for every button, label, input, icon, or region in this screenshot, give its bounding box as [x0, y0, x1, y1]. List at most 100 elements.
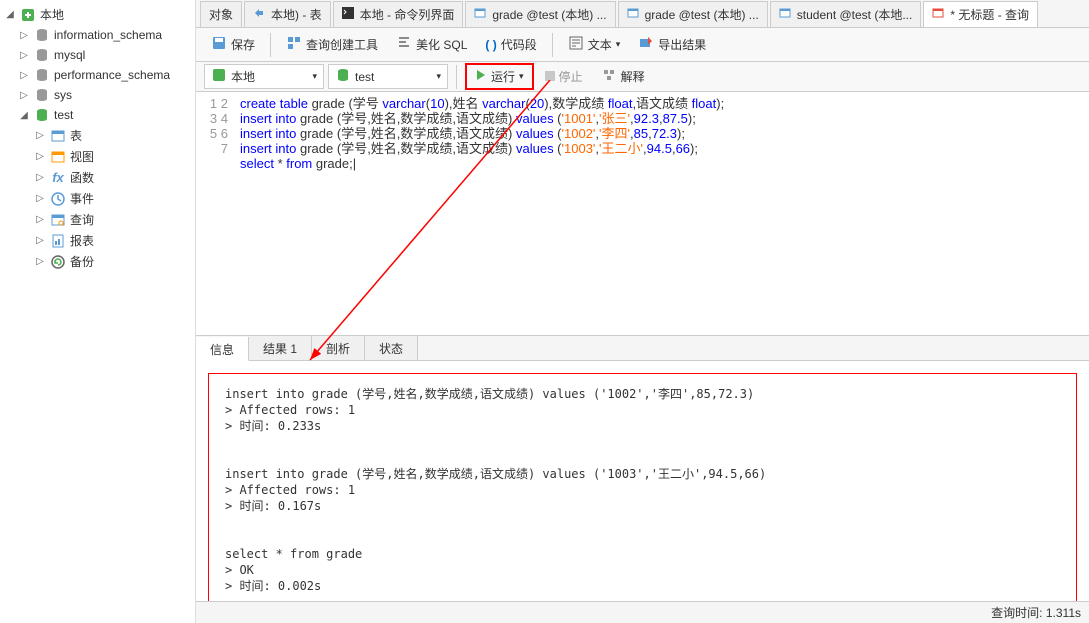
table-icon: [627, 7, 641, 21]
result-tab[interactable]: 状态: [365, 336, 418, 360]
export-button[interactable]: 导出结果: [631, 30, 713, 59]
result-tab[interactable]: 信息: [196, 337, 249, 361]
snippet-icon: ( ): [485, 38, 496, 52]
expand-icon[interactable]: ▷: [34, 235, 46, 246]
explain-button[interactable]: 解释: [594, 62, 652, 91]
export-label: 导出结果: [658, 36, 706, 53]
tree-schema-item[interactable]: ▷ 视图: [0, 146, 195, 167]
play-icon: [475, 69, 487, 84]
text-label: 文本: [588, 36, 612, 53]
database-dropdown[interactable]: test ▾: [328, 64, 448, 89]
expand-icon[interactable]: ▷: [18, 70, 30, 81]
expand-icon[interactable]: ▷: [34, 172, 46, 183]
snippet-button[interactable]: ( ) 代码段: [478, 31, 543, 58]
expand-icon[interactable]: ▷: [34, 130, 46, 141]
expand-icon[interactable]: ▷: [34, 193, 46, 204]
tab[interactable]: * 无标题 - 查询: [923, 1, 1038, 27]
result-tabs: 信息结果 1剖析状态: [196, 335, 1089, 361]
table-icon: [474, 7, 488, 21]
tab-label: grade @test (本地) ...: [645, 6, 759, 23]
cmd-icon: [342, 7, 356, 21]
beautify-button[interactable]: 美化 SQL: [389, 30, 474, 59]
expand-icon[interactable]: ▷: [34, 214, 46, 225]
tab[interactable]: 本地 - 命令列界面: [333, 1, 464, 27]
run-button[interactable]: 运行 ▾: [465, 63, 534, 90]
result-tab[interactable]: 结果 1: [249, 336, 312, 360]
tree-schema-item[interactable]: ▷备份: [0, 251, 195, 272]
snippet-label: 代码段: [501, 36, 537, 53]
query-builder-button[interactable]: 查询创建工具: [279, 30, 385, 59]
stop-label: 停止: [559, 68, 583, 85]
tab[interactable]: 本地) - 表: [244, 1, 331, 27]
explain-label: 解释: [621, 68, 645, 85]
tree-schema-item[interactable]: ▷fx函数: [0, 167, 195, 188]
backup-icon: [50, 254, 66, 270]
tree-database[interactable]: ▷ sys: [0, 85, 195, 105]
nav-icon: [253, 7, 267, 21]
expand-icon[interactable]: ▷: [18, 50, 30, 61]
expand-icon[interactable]: ▷: [34, 256, 46, 267]
dropdown-arrow-icon: ▾: [519, 71, 524, 82]
tabs-bar: 对象本地) - 表本地 - 命令列界面grade @test (本地) ...g…: [196, 0, 1089, 28]
tree-database[interactable]: ▷performance_schema: [0, 65, 195, 85]
stop-button[interactable]: 停止: [538, 63, 590, 90]
tree-schema-item[interactable]: ▷报表: [0, 230, 195, 251]
connection-value: 本地: [231, 68, 255, 85]
text-icon: [568, 35, 584, 54]
tab-label: student @test (本地...: [797, 6, 913, 23]
expand-icon[interactable]: ▷: [18, 90, 30, 101]
connection-icon: [211, 67, 227, 86]
export-icon: [638, 35, 654, 54]
text-button[interactable]: 文本 ▾: [561, 30, 628, 59]
database-icon: [335, 67, 351, 86]
database-label: information_schema: [54, 28, 162, 42]
expand-icon[interactable]: ◢: [18, 110, 30, 121]
explain-icon: [601, 67, 617, 86]
tree-database[interactable]: ▷ mysql: [0, 45, 195, 65]
tree-root[interactable]: ◢ 本地: [0, 4, 195, 25]
database-icon: [34, 27, 50, 43]
result-messages: insert into grade (学号,姓名,数学成绩,语文成绩) valu…: [208, 373, 1077, 601]
tab-label: 本地) - 表: [271, 6, 322, 23]
result-tab[interactable]: 剖析: [312, 336, 365, 360]
dropdown-arrow-icon: ▾: [436, 71, 441, 82]
dropdown-arrow-icon: ▾: [616, 39, 621, 50]
table-icon: [779, 7, 793, 21]
database-icon: [34, 47, 50, 63]
event-icon: [50, 191, 66, 207]
database-icon: [34, 67, 50, 83]
tab[interactable]: student @test (本地...: [770, 1, 922, 27]
report-icon: [50, 233, 66, 249]
schema-item-label: 视图: [70, 148, 94, 165]
tree-database[interactable]: ▷ information_schema: [0, 25, 195, 45]
database-icon: [34, 107, 50, 123]
expand-icon[interactable]: ◢: [4, 9, 16, 20]
separator: [552, 33, 553, 57]
sidebar: ◢ 本地 ▷ information_schema ▷ mysql ▷performan…: [0, 0, 196, 623]
dropdown-arrow-icon: ▾: [312, 71, 317, 82]
stop-icon: [545, 70, 555, 84]
expand-icon[interactable]: ▷: [34, 151, 46, 162]
toolbar: 保存 查询创建工具 美化 SQL ( ) 代码段 文本 ▾: [196, 28, 1089, 62]
tree-database[interactable]: ◢test: [0, 105, 195, 125]
schema-item-label: 事件: [70, 190, 94, 207]
expand-icon[interactable]: ▷: [18, 30, 30, 41]
save-button[interactable]: 保存: [204, 30, 262, 59]
query-time-value: 1.311s: [1046, 606, 1081, 620]
tree-schema-item[interactable]: ▷查询: [0, 209, 195, 230]
tab[interactable]: 对象: [200, 1, 242, 27]
database-icon: [34, 87, 50, 103]
tree-schema-item[interactable]: ▷ 事件: [0, 188, 195, 209]
connection-dropdown[interactable]: 本地 ▾: [204, 64, 324, 89]
database-label: mysql: [54, 48, 85, 62]
code-area[interactable]: create table grade (学号 varchar(10),姓名 va…: [236, 92, 1089, 335]
line-gutter: 1 2 3 4 5 6 7: [196, 92, 236, 335]
separator: [456, 65, 457, 89]
tree-root-label: 本地: [40, 6, 64, 23]
database-label: sys: [54, 88, 72, 102]
tree-schema-item[interactable]: ▷表: [0, 125, 195, 146]
tab[interactable]: grade @test (本地) ...: [465, 1, 615, 27]
tab[interactable]: grade @test (本地) ...: [618, 1, 768, 27]
separator: [270, 33, 271, 57]
sql-editor[interactable]: 1 2 3 4 5 6 7 create table grade (学号 var…: [196, 92, 1089, 335]
